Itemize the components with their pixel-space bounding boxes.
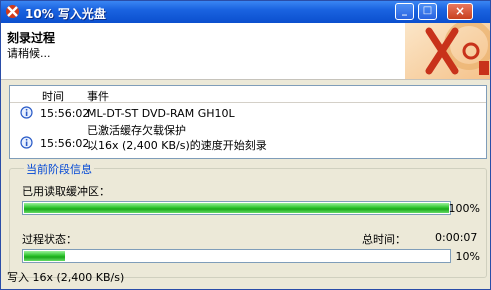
nero-logo-icon xyxy=(405,23,490,79)
buffer-percent: 100% xyxy=(448,202,480,215)
current-stage-group: 当前阶段信息 已用读取缓冲区： 100% 过程状态： 总时间： 0:00:07 … xyxy=(9,161,487,278)
log-row[interactable]: 15:56:02 ML-DT-ST DVD-RAM GH10L xyxy=(10,105,486,120)
log-event: ML-DT-ST DVD-RAM GH10L xyxy=(87,107,235,120)
info-icon xyxy=(20,136,33,149)
event-log-header: 时间 事件 xyxy=(10,86,486,103)
buffer-progress-bar xyxy=(22,201,451,215)
wizard-header: 刻录过程 请稍候... xyxy=(1,23,490,80)
page-subtitle: 请稍候... xyxy=(7,47,51,60)
burn-progress-window: 10% 写入光盘 _ □ × 刻录过程 请稍候... 时间 事件 15:56:0… xyxy=(0,0,491,290)
process-status-label: 过程状态： xyxy=(22,233,77,246)
process-progress-bar xyxy=(22,249,451,263)
write-speed-status: 写入 16x (2,400 KB/s) xyxy=(7,271,125,284)
total-time-label: 总时间： xyxy=(362,233,406,246)
maximize-button[interactable]: □ xyxy=(418,3,437,20)
buffer-progress-fill xyxy=(24,203,449,213)
title-bar[interactable]: 10% 写入光盘 _ □ × xyxy=(1,1,490,23)
group-title: 当前阶段信息 xyxy=(24,161,94,177)
log-time: 15:56:02 xyxy=(40,107,90,120)
close-button[interactable]: × xyxy=(447,3,473,20)
log-row[interactable]: 已激活缓存欠载保护 xyxy=(10,120,486,137)
process-progress-fill xyxy=(24,251,65,261)
column-header-event[interactable]: 事件 xyxy=(87,88,109,104)
log-time: 15:56:02 xyxy=(40,137,90,150)
info-icon xyxy=(20,106,33,119)
log-event: 以16x (2,400 KB/s)的速度开始刻录 xyxy=(87,139,267,152)
process-percent: 10% xyxy=(455,250,480,263)
page-title: 刻录过程 xyxy=(7,31,56,45)
event-log[interactable]: 时间 事件 15:56:02 ML-DT-ST DVD-RAM GH10L 已激… xyxy=(9,85,487,159)
total-time-value: 0:00:07 xyxy=(435,231,478,244)
column-header-time[interactable]: 时间 xyxy=(42,88,64,104)
window-title: 10% 写入光盘 xyxy=(25,7,106,21)
buffer-label: 已用读取缓冲区： xyxy=(22,185,110,198)
content-area: 时间 事件 15:56:02 ML-DT-ST DVD-RAM GH10L 已激… xyxy=(1,80,490,289)
minimize-button[interactable]: _ xyxy=(395,3,414,20)
nero-app-icon xyxy=(6,5,19,18)
log-row[interactable]: 15:56:02 以16x (2,400 KB/s)的速度开始刻录 xyxy=(10,135,486,152)
